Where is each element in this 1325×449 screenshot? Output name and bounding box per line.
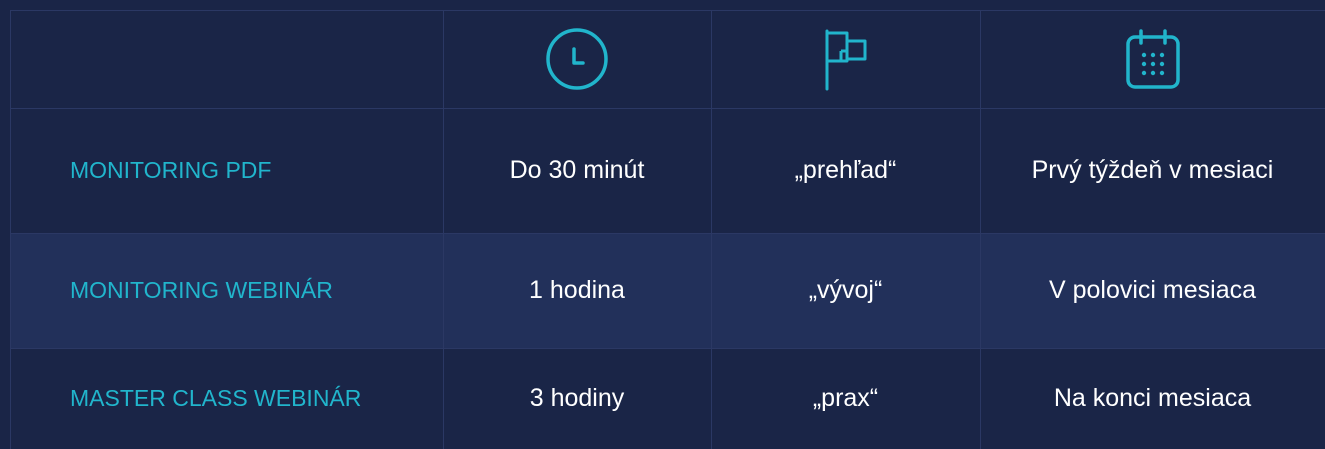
table-row: MONITORING WEBINÁR 1 hodina „vývoj“ V po… <box>10 233 1325 348</box>
header-row <box>10 10 1325 108</box>
focus-cell: „vývoj“ <box>808 276 883 304</box>
row-title: MASTER CLASS WEBINÁR <box>70 385 362 411</box>
clock-icon <box>443 10 711 108</box>
duration-cell: 3 hodiny <box>529 384 625 412</box>
table-row: MASTER CLASS WEBINÁR 3 hodiny „prax“ Na … <box>10 348 1325 449</box>
row-title: MONITORING PDF <box>70 157 272 183</box>
table-row: MONITORING PDF Do 30 minút „prehľad“ Prv… <box>10 108 1325 233</box>
duration-cell: Do 30 minút <box>509 156 645 184</box>
calendar-icon <box>980 10 1325 108</box>
comparison-table: MONITORING PDF Do 30 minút „prehľad“ Prv… <box>0 0 1325 449</box>
timing-cell: V polovici mesiaca <box>1048 276 1257 304</box>
focus-cell: „prehľad“ <box>794 156 897 184</box>
duration-cell: 1 hodina <box>529 276 625 304</box>
flag-icon <box>711 10 980 108</box>
timing-cell: Prvý týždeň v mesiaci <box>1031 156 1274 184</box>
row-title: MONITORING WEBINÁR <box>70 277 333 303</box>
timing-cell: Na konci mesiaca <box>1053 384 1252 412</box>
focus-cell: „prax“ <box>812 384 879 412</box>
